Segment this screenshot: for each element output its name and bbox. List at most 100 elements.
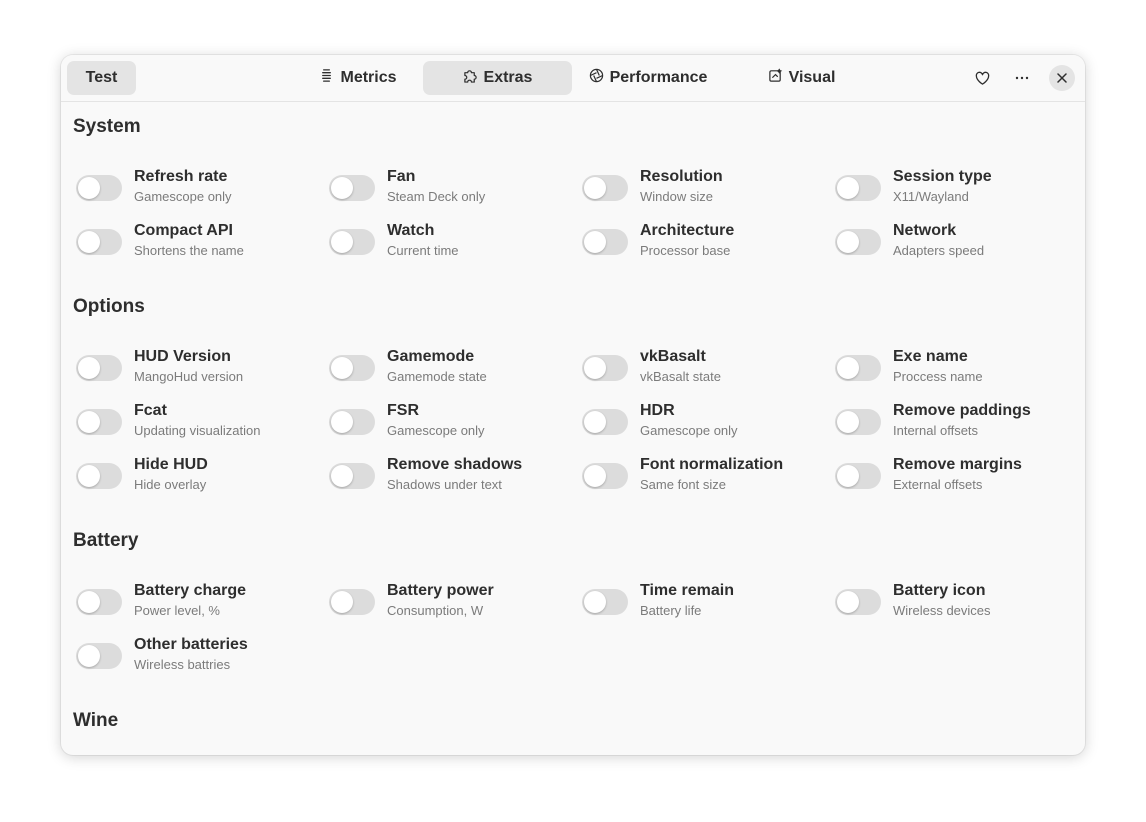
toggle-knob <box>584 177 606 199</box>
toggle-description: Window size <box>640 189 713 204</box>
toggle-switch[interactable] <box>835 229 881 255</box>
close-icon[interactable] <box>1049 65 1075 91</box>
toggle-item-vkbasalt: vkBasalt vkBasalt state <box>579 348 819 388</box>
toggle-label: Remove paddings <box>893 402 1031 419</box>
toggle-knob <box>837 231 859 253</box>
toggle-item-other-batteries: Other batteries Wireless battries <box>73 636 313 676</box>
toggle-description: Wireless battries <box>134 657 231 672</box>
toggle-label: HDR <box>640 402 675 419</box>
toggle-item-hide-hud: Hide HUD Hide overlay <box>73 456 313 496</box>
toggle-knob <box>837 357 859 379</box>
toggle-description: Wireless devices <box>893 603 991 618</box>
toggle-switch[interactable] <box>329 229 375 255</box>
toggle-switch[interactable] <box>582 175 628 201</box>
toggle-switch[interactable] <box>76 175 122 201</box>
favorite-icon[interactable] <box>969 65 995 91</box>
toggle-label: Exe name <box>893 348 968 365</box>
toggle-switch[interactable] <box>835 175 881 201</box>
toggle-description: Internal offsets <box>893 423 979 438</box>
toggle-description: vkBasalt state <box>640 369 721 384</box>
toggle-item-resolution: Resolution Window size <box>579 168 819 208</box>
toggle-item-remove-shadows: Remove shadows Shadows under text <box>326 456 566 496</box>
toggle-description: Consumption, W <box>387 603 484 618</box>
toggle-switch[interactable] <box>76 409 122 435</box>
toggle-description: Steam Deck only <box>387 189 486 204</box>
toggle-switch[interactable] <box>76 355 122 381</box>
toggle-description: Shortens the name <box>134 243 244 258</box>
toggle-knob <box>584 465 606 487</box>
toggle-switch[interactable] <box>835 355 881 381</box>
toggle-item-battery-charge: Battery charge Power level, % <box>73 582 313 622</box>
toggle-description: Power level, % <box>134 603 220 618</box>
toggle-switch[interactable] <box>76 463 122 489</box>
toggle-switch[interactable] <box>582 409 628 435</box>
more-menu-icon[interactable] <box>1009 65 1035 91</box>
metrics-icon <box>319 68 334 88</box>
toggle-item-architecture: Architecture Processor base <box>579 222 819 262</box>
toggle-switch[interactable] <box>582 463 628 489</box>
toggle-description: Gamemode state <box>387 369 487 384</box>
toggle-item-exe-name: Exe name Proccess name <box>832 348 1072 388</box>
toggle-switch[interactable] <box>76 229 122 255</box>
toggle-switch[interactable] <box>76 589 122 615</box>
toggle-label: Hide HUD <box>134 456 208 473</box>
toggle-description: Adapters speed <box>893 243 985 258</box>
toggle-label: Gamemode <box>387 348 475 365</box>
toggle-label: Refresh rate <box>134 168 228 185</box>
toggle-description: Gamescope only <box>640 423 738 438</box>
toggle-switch[interactable] <box>582 589 628 615</box>
toggle-description: Gamescope only <box>134 189 232 204</box>
toggle-label: Remove margins <box>893 456 1022 473</box>
toggle-knob <box>837 411 859 433</box>
aperture-icon <box>589 68 604 88</box>
toggle-label: Battery icon <box>893 582 986 599</box>
puzzle-icon <box>463 68 478 88</box>
section-title-wine: Wine <box>73 710 119 731</box>
tab-extras-label: Extras <box>483 69 533 86</box>
toggle-label: Compact API <box>134 222 233 239</box>
toggle-description: Same font size <box>640 477 726 492</box>
toggle-switch[interactable] <box>76 643 122 669</box>
toggle-label: Battery power <box>387 582 494 599</box>
toggle-knob <box>78 465 100 487</box>
toggle-label: Time remain <box>640 582 734 599</box>
toggle-switch[interactable] <box>835 589 881 615</box>
toggle-item-refresh-rate: Refresh rate Gamescope only <box>73 168 313 208</box>
toggle-description: MangoHud version <box>134 369 244 384</box>
toggle-item-font-normalization: Font normalization Same font size <box>579 456 819 496</box>
toggle-knob <box>78 231 100 253</box>
toggle-label: Watch <box>387 222 435 239</box>
toggle-switch[interactable] <box>835 463 881 489</box>
toggle-description: Current time <box>387 243 459 258</box>
toggle-switch[interactable] <box>582 355 628 381</box>
toggle-switch[interactable] <box>329 463 375 489</box>
toggle-knob <box>837 177 859 199</box>
toggle-label: Network <box>893 222 957 239</box>
toggle-label: Font normalization <box>640 456 784 473</box>
tab-extras[interactable]: Extras <box>423 61 572 95</box>
tab-metrics[interactable]: Metrics <box>293 61 423 95</box>
toggle-switch[interactable] <box>329 409 375 435</box>
toggle-item-fan: Fan Steam Deck only <box>326 168 566 208</box>
toggle-knob <box>837 465 859 487</box>
toggle-knob <box>584 591 606 613</box>
toggle-switch[interactable] <box>329 175 375 201</box>
tab-performance-label: Performance <box>609 69 708 86</box>
tab-visual[interactable]: Visual <box>724 61 879 95</box>
toggle-switch[interactable] <box>329 355 375 381</box>
toggle-switch[interactable] <box>329 589 375 615</box>
toggle-item-session-type: Session type X11/Wayland <box>832 168 1072 208</box>
toggle-label: Session type <box>893 168 992 185</box>
toggle-switch[interactable] <box>835 409 881 435</box>
toggle-knob <box>78 357 100 379</box>
tab-bar: Metrics Extras Performance Visual <box>293 61 879 95</box>
section-title-system: System <box>73 116 141 137</box>
toggle-knob <box>78 591 100 613</box>
toggle-knob <box>78 177 100 199</box>
test-button[interactable]: Test <box>67 61 136 95</box>
toggle-switch[interactable] <box>582 229 628 255</box>
tab-performance[interactable]: Performance <box>572 61 724 95</box>
toggle-knob <box>331 177 353 199</box>
toggle-label: Remove shadows <box>387 456 523 473</box>
toggle-item-time-remain: Time remain Battery life <box>579 582 819 622</box>
